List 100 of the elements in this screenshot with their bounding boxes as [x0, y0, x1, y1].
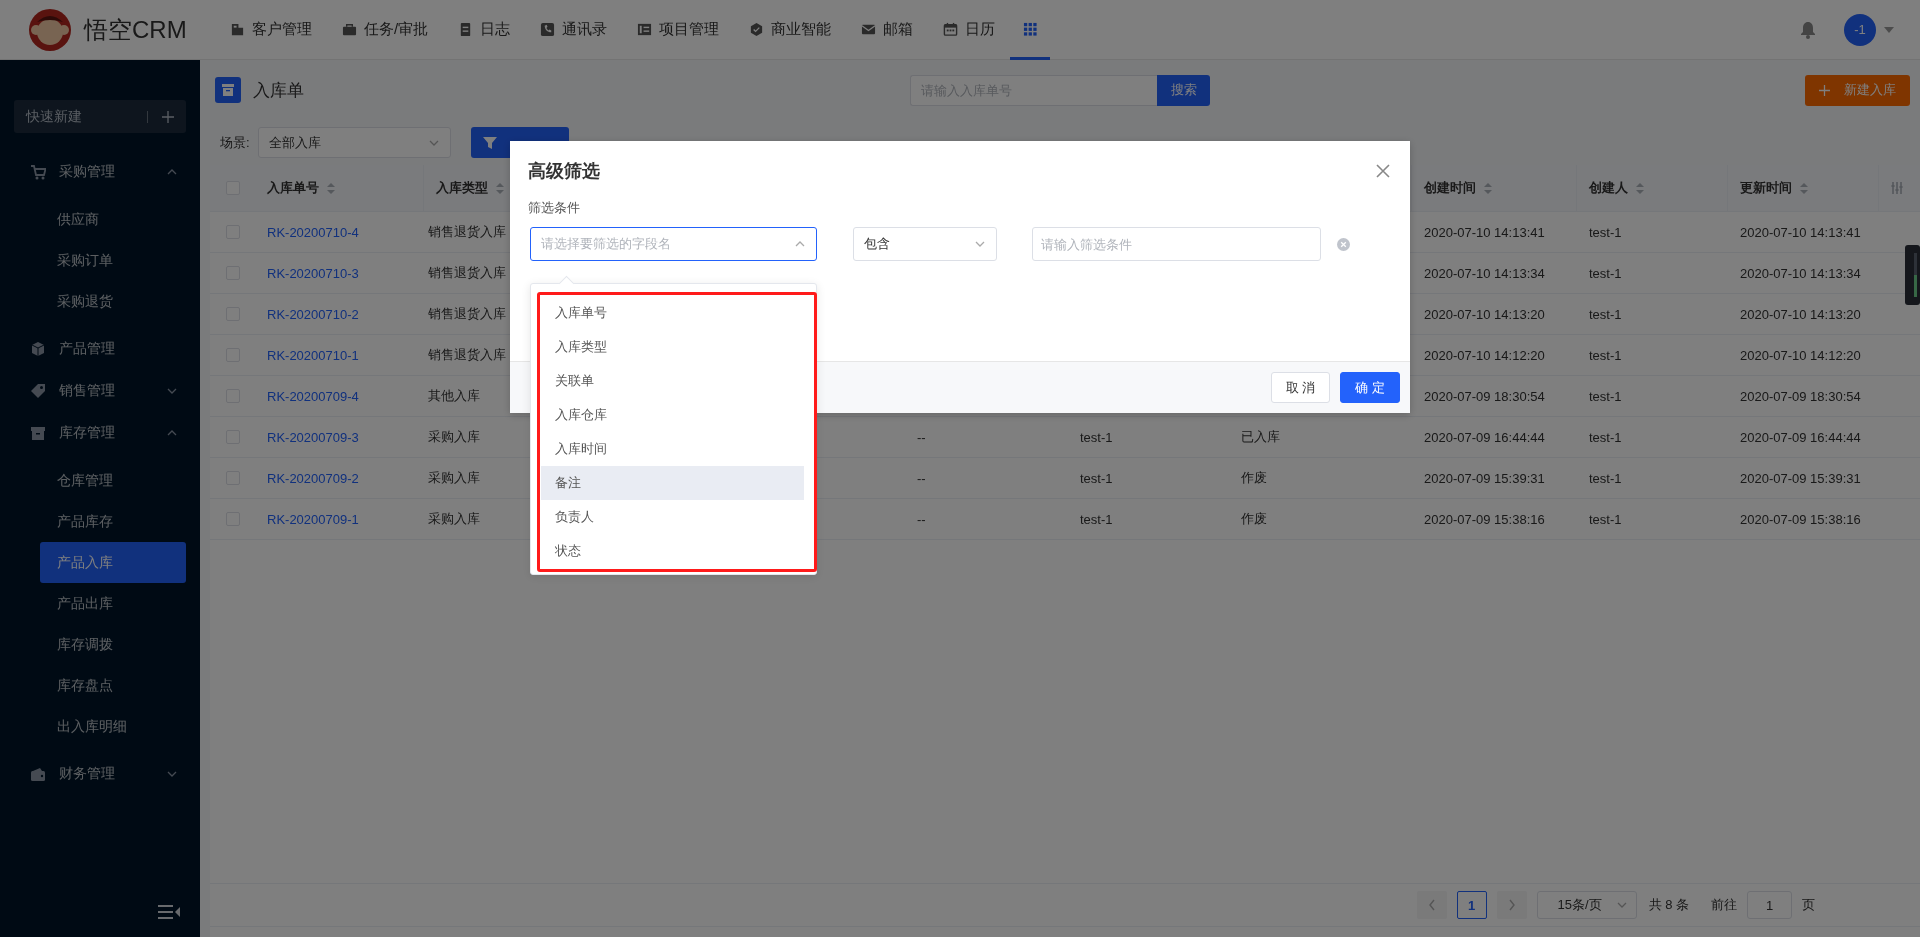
table-cell: test-1 — [1589, 470, 1622, 486]
column-header[interactable]: 创建时间 — [1412, 165, 1577, 211]
table-cell: 销售退货入库 — [428, 346, 506, 364]
confirm-button[interactable]: 确 定 — [1340, 372, 1400, 403]
collapse-menu-icon[interactable] — [158, 905, 180, 919]
quick-create-button[interactable]: 快速新建 — [14, 100, 186, 133]
close-icon[interactable] — [1376, 164, 1390, 178]
next-page-button[interactable] — [1496, 891, 1527, 919]
sidebar-group[interactable]: 产品管理 — [0, 328, 200, 370]
column-header[interactable]: 更新时间 — [1728, 165, 1879, 211]
sidebar-item[interactable]: 库存盘点 — [40, 665, 186, 706]
sidebar-item[interactable]: 库存调拨 — [40, 624, 186, 665]
dropdown-option[interactable]: 入库仓库 — [541, 398, 804, 432]
table-cell: 2020-07-09 15:39:31 — [1424, 470, 1545, 486]
dropdown-option[interactable]: 状态 — [541, 534, 804, 568]
calendar-icon — [943, 22, 959, 37]
table-cell: 采购入库 — [428, 510, 480, 528]
page-size-select[interactable]: 15条/页 — [1536, 891, 1637, 919]
column-settings-icon[interactable] — [1891, 182, 1903, 194]
sidebar-group[interactable]: 销售管理 — [0, 370, 200, 412]
table-cell: test-1 — [1589, 306, 1622, 322]
page-number-button[interactable]: 1 — [1456, 891, 1487, 919]
total-count: 共 8 条 — [1648, 896, 1689, 914]
table-cell: 2020-07-09 18:30:54 — [1424, 388, 1545, 404]
sort-icon[interactable] — [1484, 182, 1492, 194]
dropdown-option[interactable]: 入库时间 — [541, 432, 804, 466]
order-number-link[interactable]: RK-20200710-3 — [267, 265, 359, 281]
sidebar-item[interactable]: 产品入库 — [40, 542, 186, 583]
table-cell: 2020-07-09 16:44:44 — [1424, 429, 1545, 445]
sidebar-item[interactable]: 采购退货 — [40, 281, 186, 322]
nav-tab[interactable]: 商业智能 — [734, 0, 847, 60]
dropdown-option[interactable]: 备注 — [541, 466, 804, 500]
scene-label: 场景: — [220, 133, 250, 152]
nav-tab[interactable]: 日志 — [443, 0, 526, 60]
user-avatar[interactable]: -1 — [1844, 13, 1876, 46]
table-cell: test-1 — [1589, 224, 1622, 240]
clear-circle-icon[interactable] — [1337, 237, 1350, 251]
page-title: 入库单 — [253, 79, 304, 102]
order-number-link[interactable]: RK-20200709-3 — [267, 429, 359, 445]
sidebar-group[interactable]: 库存管理 — [0, 412, 200, 454]
sidebar-item[interactable]: 出入库明细 — [40, 706, 186, 747]
nav-tab[interactable]: 邮箱 — [846, 0, 929, 60]
sort-icon[interactable] — [496, 182, 504, 194]
order-number-link[interactable]: RK-20200709-2 — [267, 470, 359, 486]
goto-label: 前往 — [1711, 896, 1737, 914]
dropdown-option[interactable]: 入库类型 — [541, 330, 804, 364]
sidebar-item[interactable]: 仓库管理 — [40, 460, 186, 501]
condition-field[interactable]: 请输入筛选条件 — [1032, 227, 1321, 261]
table-cell: 2020-07-10 14:13:41 — [1740, 224, 1861, 240]
sidebar-item[interactable]: 采购订单 — [40, 240, 186, 281]
dropdown-option[interactable]: 入库单号 — [541, 296, 804, 330]
bell-icon[interactable] — [1800, 20, 1816, 39]
sort-icon[interactable] — [1800, 182, 1808, 194]
operator-select[interactable]: 包含 — [853, 227, 997, 261]
cart-icon — [30, 164, 46, 180]
sidebar-group[interactable]: 采购管理 — [0, 151, 200, 193]
apps-grid-icon — [1022, 22, 1038, 37]
sidebar-item[interactable]: 产品库存 — [40, 501, 186, 542]
caret-down-icon[interactable] — [1884, 26, 1894, 33]
phone-book-icon — [540, 22, 556, 37]
table-cell: test-1 — [1080, 429, 1113, 445]
nav-tab[interactable]: 项目管理 — [622, 0, 735, 60]
table-cell: 2020-07-10 14:13:34 — [1424, 265, 1545, 281]
previous-page-button[interactable] — [1416, 891, 1447, 919]
chevron-left-icon — [1427, 899, 1436, 911]
column-header[interactable]: 创建人 — [1577, 165, 1728, 211]
scene-select[interactable]: 全部入库 — [257, 127, 451, 158]
table-cell: 作废 — [1241, 469, 1267, 487]
wallet-icon — [30, 766, 46, 782]
search-button[interactable]: 搜索 — [1157, 74, 1210, 106]
nav-tab[interactable]: 客户管理 — [215, 0, 327, 60]
table-cell: 2020-07-09 15:38:16 — [1740, 511, 1861, 527]
goto-page-field[interactable]: 1 — [1747, 891, 1792, 919]
nav-tab[interactable]: 通讯录 — [525, 0, 623, 60]
sidebar-item[interactable]: 产品出库 — [40, 583, 186, 624]
nav-tab[interactable]: 日历 — [928, 0, 1011, 60]
cancel-button[interactable]: 取 消 — [1270, 372, 1331, 403]
cube-icon — [30, 341, 46, 357]
table-cell: 2020-07-09 18:30:54 — [1740, 388, 1861, 404]
list-icon — [637, 22, 653, 37]
order-number-link[interactable]: RK-20200709-4 — [267, 388, 359, 404]
table-cell: 采购入库 — [428, 469, 480, 487]
create-button[interactable]: 新建入库 — [1805, 74, 1910, 106]
monkey-logo-icon — [28, 7, 72, 52]
dropdown-option[interactable]: 负责人 — [541, 500, 804, 534]
order-number-link[interactable]: RK-20200710-1 — [267, 347, 359, 363]
sort-icon[interactable] — [327, 182, 335, 194]
column-header[interactable]: 入库单号 — [255, 165, 424, 211]
table-cell: test-1 — [1080, 511, 1113, 527]
field-select[interactable]: 请选择要筛选的字段名 — [530, 227, 817, 261]
order-number-link[interactable]: RK-20200709-1 — [267, 511, 359, 527]
sidebar-item[interactable]: 供应商 — [40, 199, 186, 240]
funnel-icon — [482, 135, 497, 150]
nav-tab[interactable]: 任务/审批 — [327, 0, 444, 60]
order-number-link[interactable]: RK-20200710-2 — [267, 306, 359, 322]
sidebar-group[interactable]: 财务管理 — [0, 753, 200, 795]
plus-icon — [162, 110, 174, 123]
sort-icon[interactable] — [1636, 182, 1644, 194]
order-number-link[interactable]: RK-20200710-4 — [267, 224, 359, 240]
dropdown-option[interactable]: 关联单 — [541, 364, 804, 398]
